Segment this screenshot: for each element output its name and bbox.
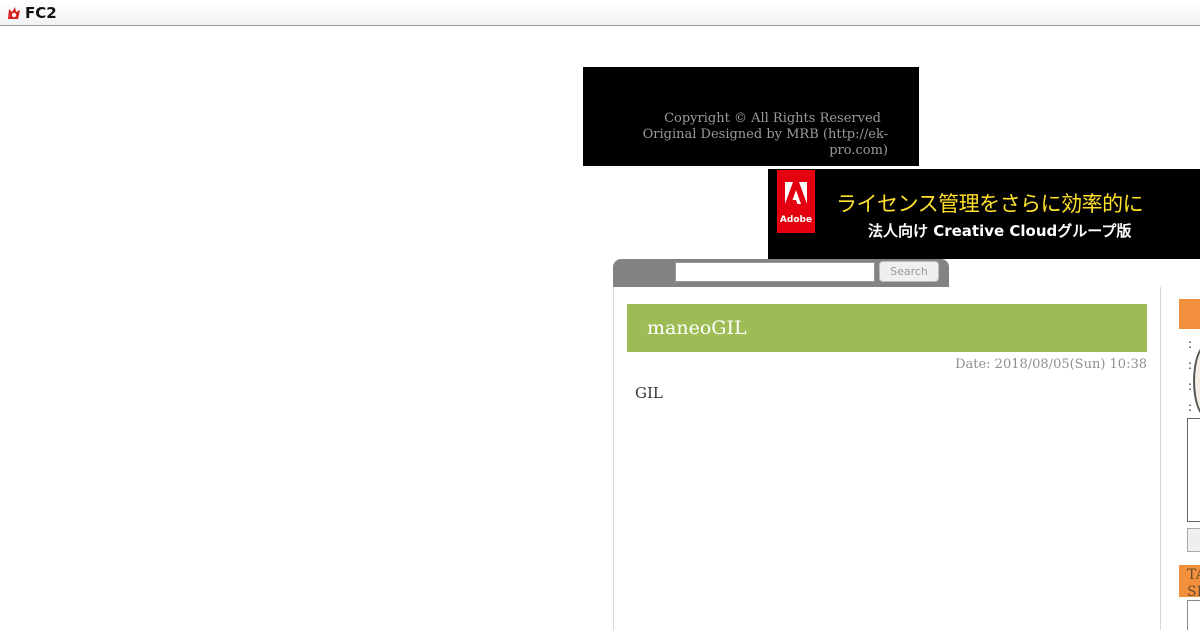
ad-subline: 法人向け Creative Cloudグループ版 (868, 222, 1132, 240)
profile-field-colon: : (1188, 379, 1193, 393)
tag-header-label-line2: SE (1187, 584, 1200, 600)
copyright-block: Copyright © All Rights Reserved Original… (583, 67, 919, 166)
fc2-logo-link[interactable]: FC2 (6, 4, 57, 22)
post-body-text: GIL (635, 384, 663, 402)
sidebar-profile-header (1179, 299, 1200, 329)
sidebar-tag-input-box[interactable] (1187, 600, 1200, 630)
post-title[interactable]: maneoGIL (647, 316, 747, 340)
adobe-wordmark: Adobe (779, 215, 813, 225)
right-sidebar: : : : : TA SE (1178, 299, 1200, 630)
main-content-panel: maneoGIL Date: 2018/08/05(Sun) 10:38 GIL (613, 287, 1161, 630)
fc2-top-bar: FC2 (0, 0, 1200, 26)
fc2-cat-icon (8, 7, 20, 19)
sidebar-text-box (1187, 418, 1200, 522)
post-title-bar: maneoGIL (627, 304, 1147, 352)
ad-headline: ライセンス管理をさらに効率的に (836, 192, 1144, 216)
post-date: Date: 2018/08/05(Sun) 10:38 (955, 357, 1147, 372)
avatar (1193, 343, 1200, 419)
tag-header-label-line1: TA (1187, 567, 1200, 583)
adobe-a-icon (785, 182, 807, 204)
sidebar-tag-search-header: TA SE (1179, 565, 1200, 600)
adobe-logo: Adobe (777, 170, 815, 233)
sidebar-small-button[interactable] (1187, 528, 1200, 552)
search-button[interactable]: Search (879, 261, 939, 282)
adobe-ad-banner[interactable]: Adobe ライセンス管理をさらに効率的に 法人向け Creative Clou… (768, 169, 1200, 259)
profile-field-colon: : (1188, 358, 1193, 372)
designed-by-text: Original Designed by MRB (http://ek-pro.… (642, 127, 888, 158)
fc2-logo-text: FC2 (25, 4, 57, 22)
copyright-text: Copyright © All Rights Reserved (664, 111, 881, 126)
profile-field-colon: : (1188, 400, 1193, 414)
search-input[interactable] (675, 262, 875, 282)
search-bar: Search (613, 259, 949, 287)
profile-field-colon: : (1188, 337, 1193, 351)
